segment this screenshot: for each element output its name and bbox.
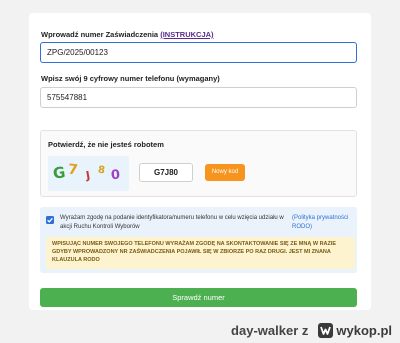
captcha-title: Potwierdź, że nie jesteś robotem — [48, 140, 164, 149]
consent-checkbox[interactable] — [46, 216, 54, 224]
new-code-button[interactable]: Nowy kod — [205, 164, 245, 181]
consent-text: Wyrażam zgodę na podanie identyfikatora/… — [60, 215, 284, 230]
captcha-image: G 7 J 8 0 — [48, 156, 129, 191]
wykop-logo: wykop.pl — [318, 322, 392, 338]
warning-notice: WPISUJĄC NUMER SWOJEGO TELEFONU WYRAŻAM … — [46, 237, 355, 269]
captcha-char: 7 — [67, 161, 79, 179]
watermark-z: z — [301, 322, 309, 338]
captcha-panel: Potwierdź, że nie jesteś robotem G 7 J 8… — [40, 130, 357, 197]
instruction-link[interactable]: (INSTRUKCJA) — [160, 30, 213, 39]
wykop-site: wykop.pl — [336, 322, 392, 338]
certificate-label: Wprowadź numer Zaświadczenia (INSTRUKCJA… — [41, 30, 214, 39]
wykop-icon — [318, 322, 334, 338]
check-icon — [47, 217, 53, 223]
phone-label: Wpisz swój 9 cyfrowy numer telefonu (wym… — [41, 74, 220, 83]
certificate-input[interactable]: ZPG/2025/00123 — [40, 42, 357, 63]
captcha-char: J — [84, 168, 92, 183]
watermark: day-walker z wykop.pl — [231, 321, 392, 339]
captcha-char: 0 — [110, 167, 121, 184]
form-card: Wprowadź numer Zaświadczenia (INSTRUKCJA… — [29, 13, 371, 310]
certificate-label-text: Wprowadź numer Zaświadczenia — [41, 30, 159, 39]
captcha-char: 8 — [97, 164, 106, 177]
watermark-username: day-walker — [231, 322, 299, 338]
phone-input[interactable]: 575547881 — [40, 87, 357, 108]
watermark-user: day-walker z — [231, 323, 308, 338]
check-number-button[interactable]: Sprawdź numer — [40, 288, 357, 307]
captcha-char: G — [51, 163, 67, 183]
privacy-policy-link[interactable]: (Polityka prywatności RODO) — [292, 214, 354, 232]
captcha-input[interactable]: G7J80 — [139, 163, 193, 182]
